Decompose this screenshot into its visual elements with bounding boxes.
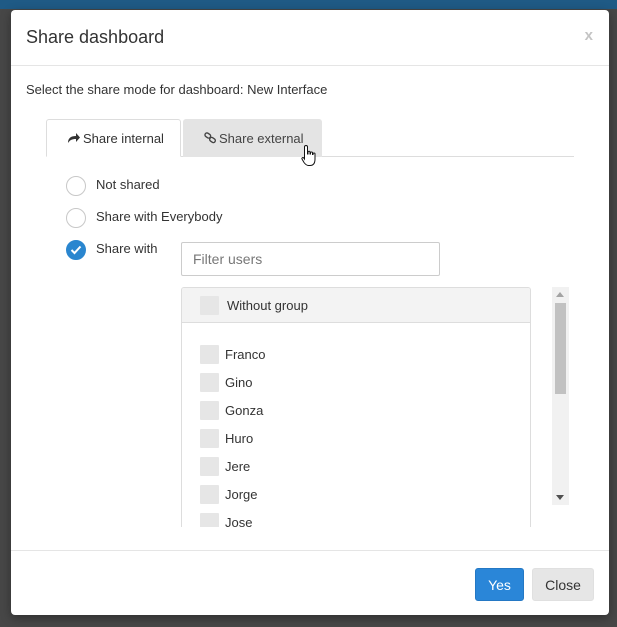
check-icon: [70, 245, 82, 255]
list-item[interactable]: Franco: [182, 340, 530, 368]
user-name: Gino: [225, 374, 253, 390]
share-dashboard-modal: Share dashboard x Select the share mode …: [11, 10, 609, 615]
list-item[interactable]: Gonza: [182, 396, 530, 424]
user-checkbox[interactable]: [200, 484, 219, 504]
share-mode-everybody[interactable]: Share with Everybody: [66, 208, 222, 228]
modal-header: Share dashboard x: [11, 10, 609, 66]
close-button[interactable]: Close: [532, 568, 594, 601]
modal-title: Share dashboard: [26, 27, 165, 47]
user-checkbox[interactable]: [200, 456, 219, 476]
tab-share-internal[interactable]: Share internal: [46, 119, 181, 157]
list-item[interactable]: Jose: [182, 508, 530, 527]
group-without-group[interactable]: Without group: [182, 288, 530, 323]
user-checkbox[interactable]: [200, 344, 219, 364]
list-item[interactable]: Jere: [182, 452, 530, 480]
share-mode-not-shared[interactable]: Not shared: [66, 176, 160, 196]
tab-share-internal-label: Share internal: [83, 130, 164, 146]
user-checkbox[interactable]: [200, 400, 219, 420]
user-name: Jorge: [225, 486, 258, 502]
close-icon[interactable]: x: [585, 27, 593, 44]
scroll-down-icon[interactable]: [556, 495, 564, 500]
user-name: Gonza: [225, 402, 264, 418]
users-list: Franco Gino Gonza Huro Jere Jorge Jose: [182, 323, 530, 527]
filter-users-input[interactable]: [181, 242, 440, 276]
radio-share-with-label: Share with: [96, 241, 158, 256]
list-item[interactable]: Huro: [182, 424, 530, 452]
users-scrollbar[interactable]: [552, 287, 569, 505]
radio-not-shared[interactable]: [66, 176, 86, 196]
radio-share-everybody[interactable]: [66, 208, 86, 228]
scrollbar-thumb[interactable]: [555, 303, 566, 394]
users-list-panel: Without group Franco Gino Gonza Huro Jer…: [181, 287, 531, 527]
scroll-up-icon[interactable]: [556, 292, 564, 297]
user-name: Jose: [225, 514, 253, 528]
share-arrow-icon: [68, 133, 80, 143]
link-icon: [204, 132, 217, 144]
user-name: Franco: [225, 346, 266, 362]
app-top-bar: [0, 0, 617, 9]
user-checkbox[interactable]: [200, 428, 219, 448]
user-name: Huro: [225, 430, 254, 446]
radio-share-with[interactable]: [66, 240, 86, 260]
user-checkbox[interactable]: [200, 372, 219, 392]
list-item[interactable]: Jorge: [182, 480, 530, 508]
share-mode-share-with[interactable]: Share with: [66, 240, 157, 260]
modal-footer: Yes Close: [11, 550, 609, 615]
group-checkbox[interactable]: [200, 295, 219, 315]
user-name: Jere: [225, 458, 251, 474]
share-mode-intro: Select the share mode for dashboard: New…: [26, 82, 328, 97]
tab-share-external-label: Share external: [219, 130, 304, 146]
list-item[interactable]: Gino: [182, 368, 530, 396]
radio-share-everybody-label: Share with Everybody: [96, 209, 223, 224]
hand-cursor-icon: [301, 144, 316, 166]
radio-not-shared-label: Not shared: [96, 177, 160, 192]
user-checkbox[interactable]: [200, 512, 219, 527]
group-label: Without group: [227, 297, 308, 313]
yes-button[interactable]: Yes: [475, 568, 524, 601]
